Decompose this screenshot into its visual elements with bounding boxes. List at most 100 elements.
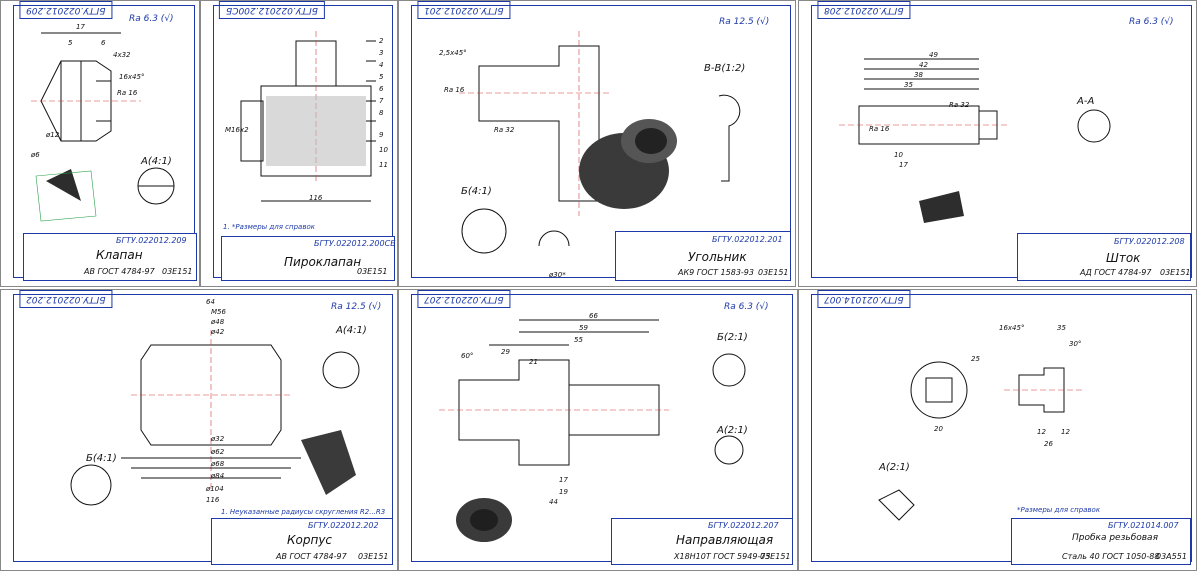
group-code: 03Е151 [357,267,388,276]
dim-label: ø30* [549,271,566,279]
part-name: Шток [1106,251,1141,265]
material: АВ ГОСТ 4784-97 [84,267,155,276]
balloon-6: 6 [379,85,384,93]
dim-label: ø62 [211,448,225,456]
dim-label: ø68 [211,460,225,468]
part-name: Угольник [688,250,747,264]
designation: БГТУ.022012.208 [1114,237,1185,246]
dim-label: 49 [929,51,938,59]
designation: БГТУ.022012.202 [308,521,379,530]
balloon-3: 3 [379,49,384,57]
dim-label: 20 [934,425,943,433]
dim-label: ø104 [206,485,224,493]
title-block: БГТУ.022012.200СБ Пироклапан 03Е151 [221,236,396,281]
balloon-5: 5 [379,73,384,81]
dim-label: 21 [529,358,538,366]
title-block: БГТУ.022012.201 Угольник АК9 ГОСТ 1583-9… [615,231,791,281]
title-block: БГТУ.022012.207 Направляющая Х18Н10Т ГОС… [611,518,793,565]
dim-label: 29 [501,348,510,356]
shtok-3d-view [919,191,964,223]
dim-label: 116 [309,194,323,202]
ugolnik-3d-view [579,119,677,209]
group-code: 03Е151 [1160,268,1191,277]
dim-label: 55 [574,336,583,344]
balloon-9: 9 [379,131,384,139]
dim-label: 5 [68,39,73,47]
drawing-note: 1. *Размеры для справок [223,223,315,231]
section-label: А(2:1) [879,462,910,473]
drawing-sheet-piroklapan: БГТУ.022012.200СБ 116 M16x2 2 3 4 5 6 7 … [200,0,398,287]
section-label: Б(4:1) [461,186,492,197]
drawing-sheet-probka: БГТУ.021014.007 16x45° 35 30° 25 20 12 2… [798,289,1197,571]
drawing-sheet-klapan: БГТУ.022012.209 Ra 6.3 (√) 17 5 6 4x32 1… [0,0,200,287]
dim-label: ø12 [46,131,60,139]
material: Сталь 40 ГОСТ 1050-88 [1062,552,1160,561]
group-code: 03Е151 [760,552,791,561]
material: АК9 ГОСТ 1583-93 [678,268,754,277]
balloon-11: 11 [379,161,388,169]
dim-label: 35 [904,81,913,89]
designation: БГТУ.021014.007 [1108,521,1179,530]
group-code: 03Е151 [162,267,193,276]
dim-label: M16x2 [225,126,249,134]
group-code: 03А551 [1156,552,1187,561]
dim-label: 19 [559,488,568,496]
section-label: В-В(1:2) [704,63,746,74]
dim-label: ø6 [31,151,40,159]
dim-label: M56 [211,308,226,316]
dim-label: 64 [206,298,215,306]
drawing-sheet-napravlyayuschaya: БГТУ.022012.207 Ra 6.3 (√) 66 59 55 29 2… [398,289,798,571]
part-name: Корпус [287,533,333,547]
title-block: БГТУ.022012.202 Корпус АВ ГОСТ 4784-97 0… [211,518,393,565]
title-block: БГТУ.022012.209 Клапан АВ ГОСТ 4784-97 0… [23,233,197,281]
section-label: Б(4:1) [86,453,117,464]
dim-label: 2,5x45° [439,49,467,57]
balloon-2: 2 [379,37,384,45]
dim-label: 35 [1057,324,1066,332]
section-label: А(4:1) [336,325,367,336]
dim-label: 17 [76,23,85,31]
korpus-3d-view [301,430,356,495]
dim-label: Ra 16 [117,89,138,97]
dim-label: 12 [1061,428,1070,436]
dim-label: 116 [206,496,220,504]
section-label: Б(2:1) [717,332,748,343]
part-name: Пробка резьбовая [1072,533,1158,543]
title-block: БГТУ.022012.208 Шток АД ГОСТ 4784-97 03Е… [1017,233,1191,281]
dim-label: 42 [919,61,928,69]
dim-label: 25 [971,355,980,363]
drawing-sheet-ugolnik: БГТУ.022012.201 Ra 12.5 (√) Б(4:1) В-В(1… [398,0,796,287]
dim-label: 30° [1069,340,1082,348]
dim-label: 4x32 [113,51,131,59]
section-label: А(2:1) [717,425,748,436]
part-name: Клапан [96,248,143,262]
material: Х18Н10Т ГОСТ 5949-75 [674,552,771,561]
section-label: А-А [1077,96,1095,107]
dim-label: ø42 [211,328,225,336]
material: АД ГОСТ 4784-97 [1080,268,1152,277]
dim-label: 38 [914,71,923,79]
dim-label: 26 [1044,440,1053,448]
dim-label: 16x45° [999,324,1025,332]
dim-label: Ra 32 [949,101,970,109]
designation: БГТУ.022012.201 [712,235,783,244]
dim-label: 12 [1037,428,1046,436]
balloon-8: 8 [379,109,384,117]
dim-label: Ra 16 [444,86,465,94]
designation: БГТУ.022012.207 [708,521,779,530]
title-block: БГТУ.021014.007 Пробка резьбовая Сталь 4… [1011,518,1191,565]
balloon-7: 7 [379,97,384,105]
designation: БГТУ.022012.200СБ [314,239,396,248]
dim-label: 16x45° [119,73,145,81]
dim-label: 10 [894,151,903,159]
drawing-note: *Размеры для справок [1017,506,1101,514]
group-code: 03Е151 [358,552,389,561]
balloon-4: 4 [379,61,384,69]
dim-label: ø48 [211,318,225,326]
dim-label: Ra 32 [494,126,515,134]
material: АВ ГОСТ 4784-97 [276,552,347,561]
drawing-sheet-shtok: БГТУ.022012.208 Ra 6.3 (√) 49 42 38 35 R… [798,0,1197,287]
dim-label: 66 [589,312,598,320]
balloon-10: 10 [379,146,388,154]
dim-label: ø84 [211,472,225,480]
